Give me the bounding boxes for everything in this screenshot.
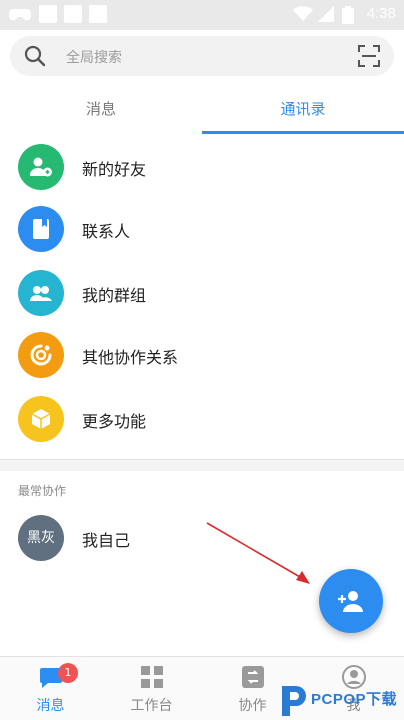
collab-tab-icon xyxy=(242,666,264,688)
menu-item-more-features[interactable]: 更多功能 xyxy=(0,388,404,450)
tab-contacts[interactable]: 通讯录 xyxy=(202,86,404,134)
top-tabs: 消息 通讯录 xyxy=(0,86,404,134)
avatar: 黑灰 xyxy=(18,515,64,561)
search-input[interactable]: 全局搜索 xyxy=(66,47,122,67)
notification-icon xyxy=(89,5,107,23)
add-contact-fab[interactable] xyxy=(319,569,383,633)
nav-tab-messages[interactable]: 1 消息 xyxy=(0,657,101,720)
pcpop-logo-icon xyxy=(282,686,306,716)
scan-icon[interactable] xyxy=(358,45,380,67)
contact-name: 我自己 xyxy=(82,531,131,550)
nav-label: 消息 xyxy=(36,698,65,714)
add-friend-icon xyxy=(18,144,64,190)
group-icon xyxy=(18,270,64,316)
menu-item-my-groups[interactable]: 我的群组 xyxy=(0,262,404,324)
menu-item-label: 更多功能 xyxy=(82,412,147,431)
section-divider xyxy=(0,459,404,471)
nav-tab-workbench[interactable]: 工作台 xyxy=(101,657,202,720)
gamepad-icon xyxy=(9,9,31,21)
cube-icon xyxy=(18,396,64,442)
watermark: PCPOP下载 xyxy=(278,682,404,720)
menu-item-new-friends[interactable]: 新的好友 xyxy=(0,136,404,198)
signal-icon xyxy=(318,6,334,22)
menu-item-label: 联系人 xyxy=(82,222,131,241)
active-tab-indicator xyxy=(202,131,404,134)
menu-item-contacts[interactable]: 联系人 xyxy=(0,198,404,260)
add-person-icon xyxy=(338,591,363,612)
battery-icon xyxy=(342,6,354,24)
tab-messages[interactable]: 消息 xyxy=(0,86,202,134)
status-time: 4:38 xyxy=(366,5,396,22)
search-icon xyxy=(24,45,46,67)
contact-row-self[interactable]: 黑灰 我自己 xyxy=(0,507,404,569)
menu-item-label: 其他协作关系 xyxy=(82,348,179,367)
search-bar[interactable]: 全局搜索 xyxy=(10,36,394,76)
menu-item-label: 我的群组 xyxy=(82,286,147,305)
menu-item-other-collaboration[interactable]: 其他协作关系 xyxy=(0,324,404,386)
contact-book-icon xyxy=(18,206,64,252)
status-bar: 4:38 xyxy=(0,0,404,30)
collaboration-icon xyxy=(18,332,64,378)
notification-icon xyxy=(39,5,57,23)
nav-label: 工作台 xyxy=(130,698,173,714)
section-title: 最常协作 xyxy=(18,484,67,498)
grid-icon xyxy=(141,666,163,688)
menu-item-label: 新的好友 xyxy=(82,160,147,179)
watermark-text: PCPOP下载 xyxy=(311,691,398,708)
notification-icon xyxy=(64,5,82,23)
wifi-icon xyxy=(293,6,313,21)
unread-badge: 1 xyxy=(58,663,78,683)
